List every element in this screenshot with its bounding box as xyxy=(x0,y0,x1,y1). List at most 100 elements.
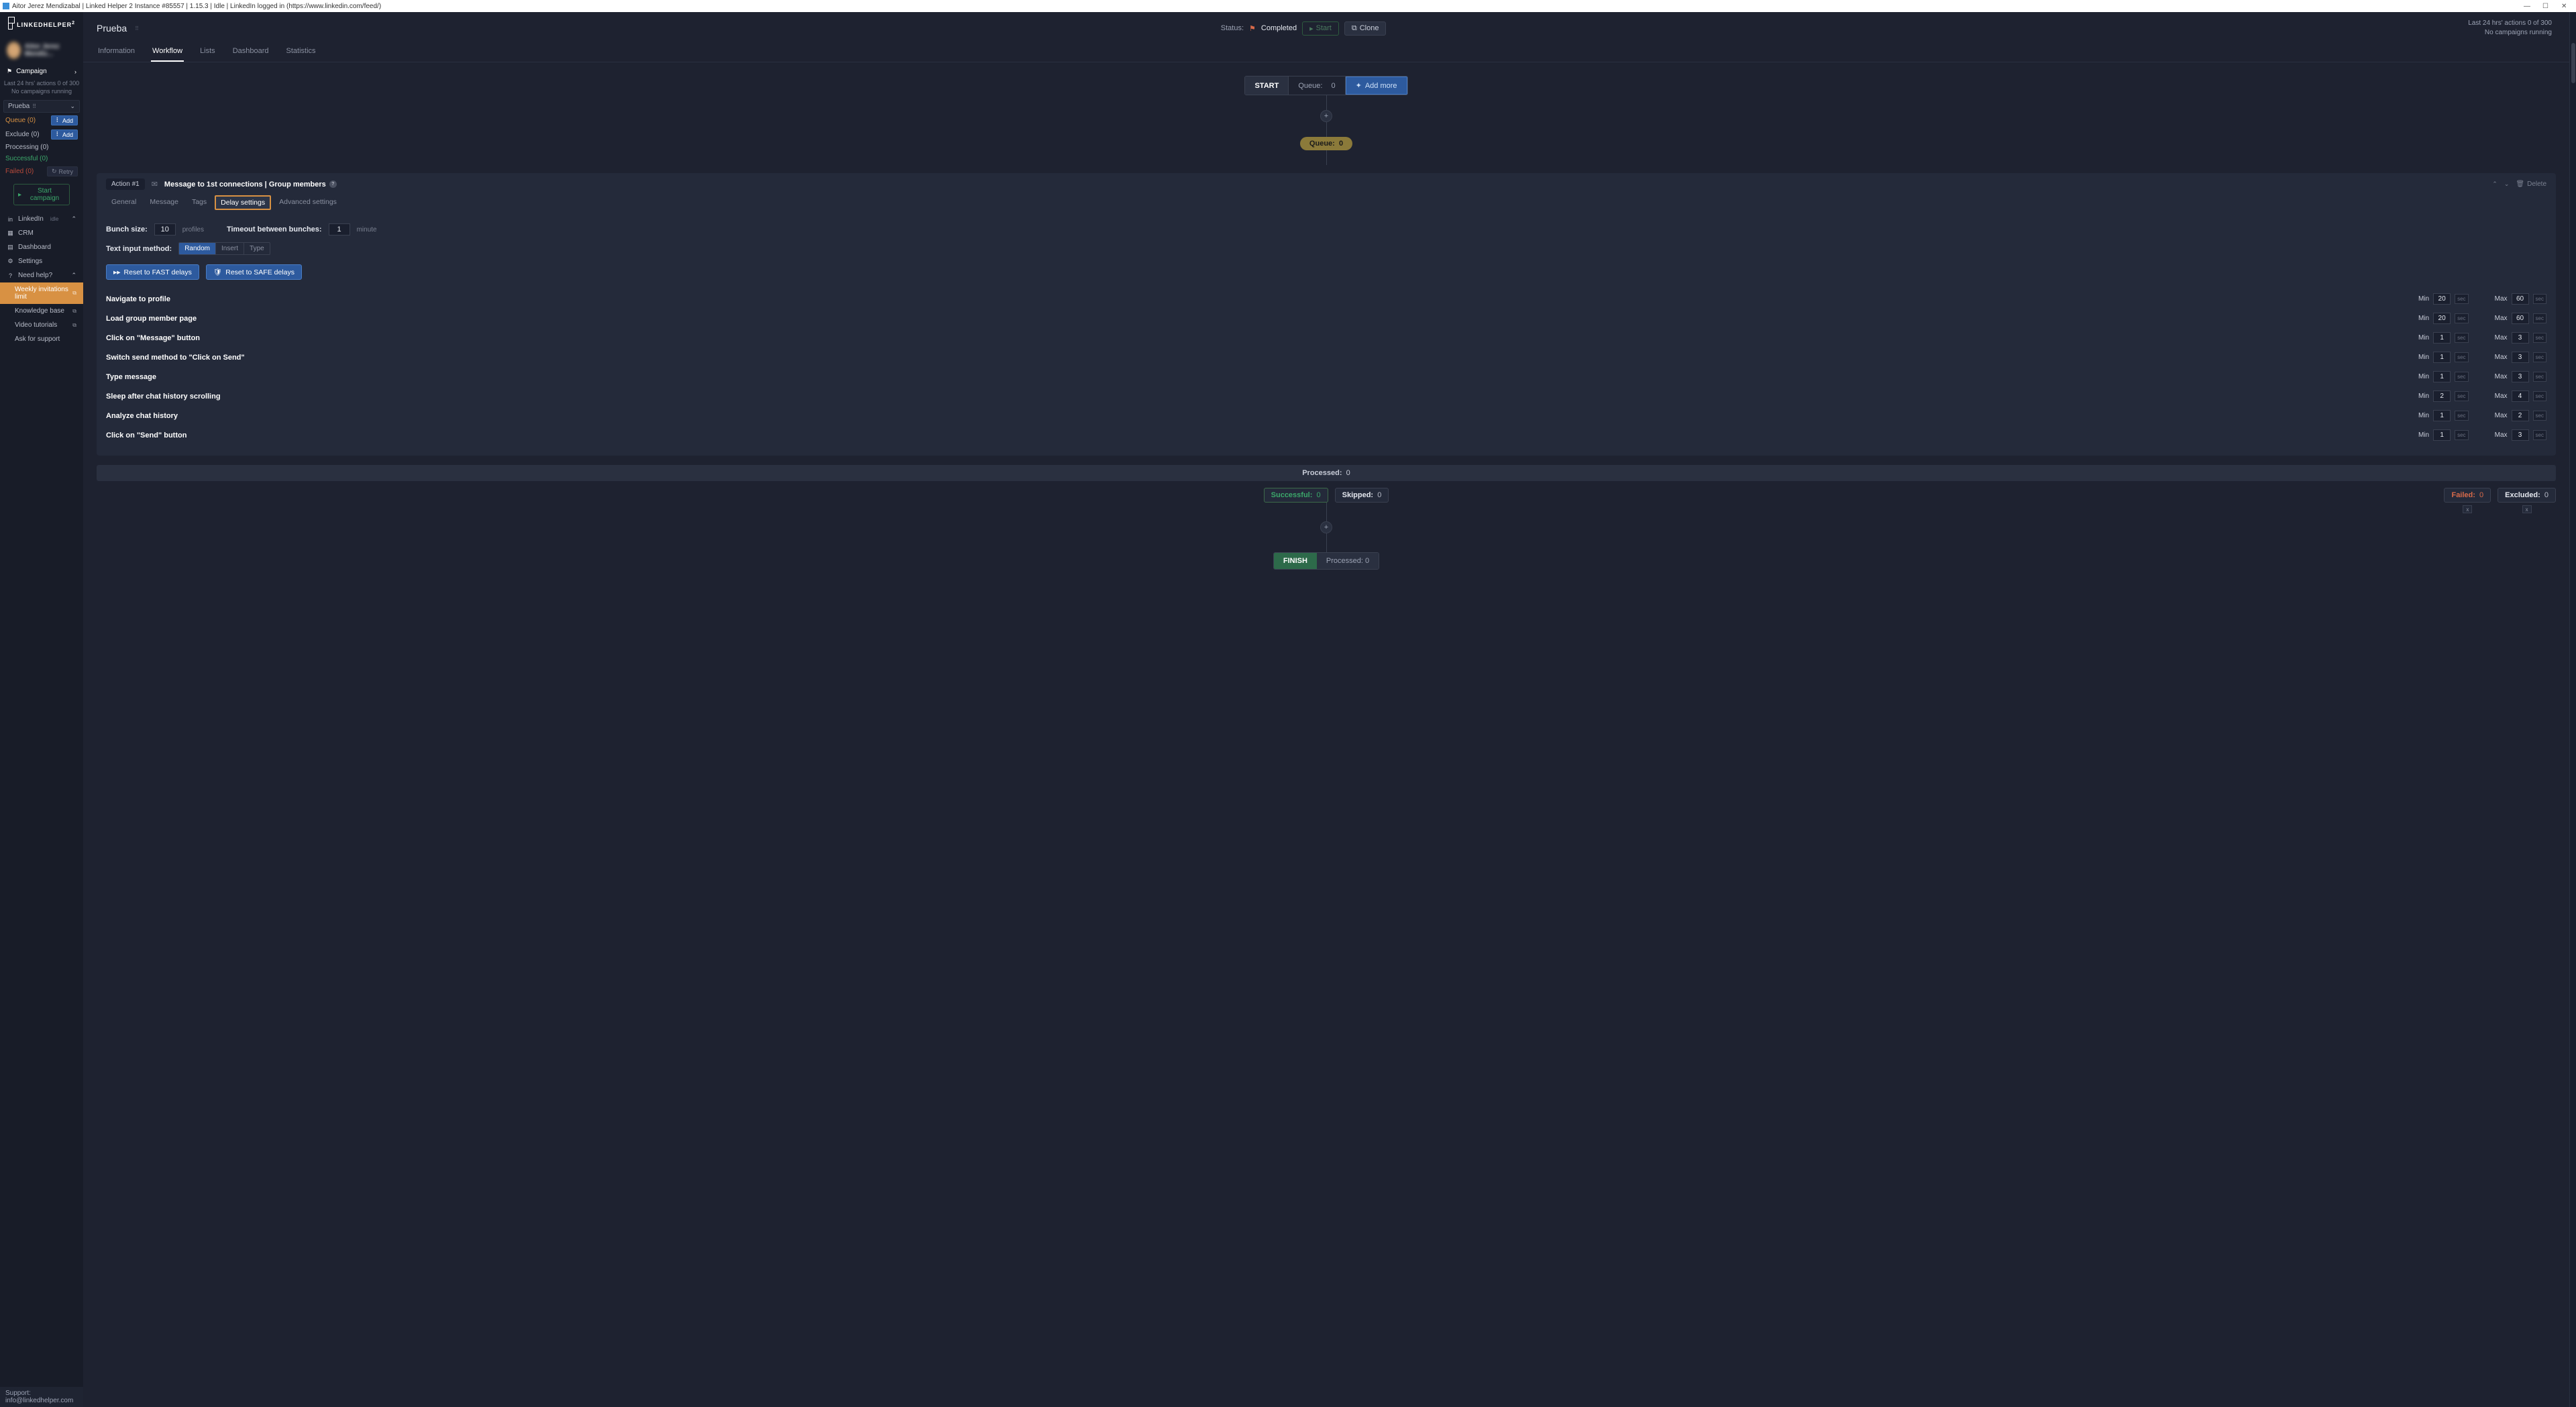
delete-action-button[interactable]: 🗑Delete xyxy=(2516,180,2546,188)
sidebar-need-help[interactable]: ? Need help? ⌃ xyxy=(0,268,83,282)
stat-failed[interactable]: Failed: 0 xyxy=(2444,488,2491,503)
queue-add-button[interactable]: ⠇Add xyxy=(51,115,78,125)
max-input[interactable] xyxy=(2512,410,2529,421)
method-type[interactable]: Type xyxy=(244,243,270,254)
start-queue-cell[interactable]: Queue: 0 xyxy=(1288,76,1345,95)
sidebar-weekly-limit[interactable]: Weekly invitations limit ⧉ xyxy=(0,282,83,304)
move-down-button[interactable]: ⌄ xyxy=(2504,180,2510,188)
max-input[interactable] xyxy=(2512,332,2529,344)
min-input[interactable] xyxy=(2433,332,2451,344)
help-icon[interactable]: ? xyxy=(329,180,337,188)
sidebar-crm[interactable]: ▦ CRM xyxy=(0,226,83,240)
clone-button[interactable]: ⧉Clone xyxy=(1344,21,1387,36)
start-button[interactable]: ▸Start xyxy=(1302,21,1339,36)
stats-row: Successful: 0 Skipped: 0 Failed: 0 x Exc… xyxy=(97,488,2556,503)
help-icon: ? xyxy=(7,272,14,279)
max-input[interactable] xyxy=(2512,352,2529,363)
subtab-message[interactable]: Message xyxy=(144,195,184,210)
method-random[interactable]: Random xyxy=(179,243,215,254)
max-input[interactable] xyxy=(2512,293,2529,305)
max-input[interactable] xyxy=(2512,390,2529,402)
failed-close-button[interactable]: x xyxy=(2463,505,2472,513)
reset-safe-button[interactable]: 🛡Reset to SAFE delays xyxy=(206,264,302,280)
delay-row-label: Type message xyxy=(106,373,156,381)
stat-successful[interactable]: Successful: 0 xyxy=(1264,488,1328,503)
workflow-canvas: START Queue: 0 ✦Add more + Queue: 0 Acti… xyxy=(83,62,2569,1407)
finish-processed[interactable]: Processed: 0 xyxy=(1317,553,1379,569)
stat-skipped[interactable]: Skipped: 0 xyxy=(1335,488,1389,503)
sidebar-failed[interactable]: Failed (0) ↻Retry xyxy=(0,164,83,178)
sidebar-queue[interactable]: Queue (0) ⠇Add xyxy=(0,113,83,127)
reset-fast-button[interactable]: ▸▸Reset to FAST delays xyxy=(106,264,199,280)
min-input[interactable] xyxy=(2433,429,2451,441)
scrollbar-thumb[interactable] xyxy=(2571,43,2575,83)
min-input[interactable] xyxy=(2433,371,2451,382)
close-button[interactable]: ✕ xyxy=(2561,3,2568,9)
sec-unit: sec xyxy=(2455,352,2468,362)
chevron-up-icon: ⌃ xyxy=(71,215,76,223)
max-label: Max xyxy=(2490,412,2508,419)
tab-workflow[interactable]: Workflow xyxy=(151,47,184,62)
min-input[interactable] xyxy=(2433,293,2451,305)
max-input[interactable] xyxy=(2512,313,2529,324)
move-up-button[interactable]: ⌃ xyxy=(2492,180,2498,188)
timeout-input[interactable] xyxy=(329,223,350,236)
sidebar-successful[interactable]: Successful (0) xyxy=(0,153,83,164)
tab-information[interactable]: Information xyxy=(97,47,136,62)
header-stats: Last 24 hrs' actions 0 of 300 No campaig… xyxy=(2468,19,2556,38)
add-action-button[interactable]: + xyxy=(1320,110,1332,122)
stat-excluded[interactable]: Excluded: 0 xyxy=(2498,488,2556,503)
queue-pill[interactable]: Queue: 0 xyxy=(1300,137,1352,150)
profile-box[interactable]: Aitor Jerez Mendiz... xyxy=(0,36,83,64)
method-insert[interactable]: Insert xyxy=(215,243,244,254)
min-input[interactable] xyxy=(2433,410,2451,421)
tab-statistics[interactable]: Statistics xyxy=(285,47,317,62)
min-input[interactable] xyxy=(2433,352,2451,363)
main-panel: Prueba ⠿ Status: ⚑ Completed ▸Start ⧉Clo… xyxy=(83,12,2569,1407)
sidebar-linkedin[interactable]: in LinkedIn idle ⌃ xyxy=(0,212,83,226)
sidebar-campaign[interactable]: ⚑ Campaign › xyxy=(0,64,83,79)
maximize-button[interactable]: ☐ xyxy=(2542,3,2549,9)
sidebar-video-tutorials[interactable]: Video tutorials ⧉ xyxy=(0,318,83,332)
campaign-selector[interactable]: Prueba ⠿ ⌄ xyxy=(3,100,80,113)
minimize-button[interactable]: — xyxy=(2524,3,2530,9)
timeout-unit: minute xyxy=(357,226,377,233)
subtab-tags[interactable]: Tags xyxy=(186,195,212,210)
add-action-button-2[interactable]: + xyxy=(1320,521,1332,533)
max-input[interactable] xyxy=(2512,429,2529,441)
failed-retry-button[interactable]: ↻Retry xyxy=(47,166,78,176)
chevron-right-icon: › xyxy=(74,68,76,75)
sidebar-dashboard[interactable]: ▤ Dashboard xyxy=(0,240,83,254)
start-campaign-button[interactable]: ▸ Start campaign xyxy=(13,184,70,205)
shield-icon: 🛡 xyxy=(213,268,222,276)
sidebar-exclude[interactable]: Exclude (0) ⠇Add xyxy=(0,127,83,142)
start-cell: START xyxy=(1245,76,1288,95)
sidebar-processing[interactable]: Processing (0) xyxy=(0,142,83,153)
chevron-up-icon: ⌃ xyxy=(71,272,76,279)
window-titlebar: Aitor Jerez Mendizabal | Linked Helper 2… xyxy=(0,0,2576,12)
exclude-add-button[interactable]: ⠇Add xyxy=(51,129,78,140)
bunch-size-input[interactable] xyxy=(154,223,176,236)
delay-row-label: Click on "Message" button xyxy=(106,334,200,342)
tab-lists[interactable]: Lists xyxy=(199,47,217,62)
excluded-close-button[interactable]: x xyxy=(2522,505,2532,513)
subtab-advanced[interactable]: Advanced settings xyxy=(274,195,342,210)
processed-bar[interactable]: Processed: 0 xyxy=(97,465,2556,481)
subtab-general[interactable]: General xyxy=(106,195,142,210)
max-input[interactable] xyxy=(2512,371,2529,382)
scrollbar[interactable] xyxy=(2569,12,2576,1407)
main-header: Prueba ⠿ Status: ⚑ Completed ▸Start ⧉Clo… xyxy=(83,12,2569,38)
status-value: Completed xyxy=(1261,24,1297,32)
min-input[interactable] xyxy=(2433,313,2451,324)
people-icon: ⠇ xyxy=(56,117,60,124)
tab-dashboard[interactable]: Dashboard xyxy=(231,47,270,62)
finish-cell: FINISH xyxy=(1274,553,1317,569)
sidebar-campaign-label: Campaign xyxy=(16,68,47,75)
sidebar-settings[interactable]: ⚙ Settings xyxy=(0,254,83,268)
add-more-button[interactable]: ✦Add more xyxy=(1346,76,1407,95)
sidebar-knowledge-base[interactable]: Knowledge base ⧉ xyxy=(0,304,83,318)
sidebar-ask-support[interactable]: Ask for support xyxy=(0,332,83,346)
max-label: Max xyxy=(2490,393,2508,400)
subtab-delay-settings[interactable]: Delay settings xyxy=(215,195,271,210)
min-input[interactable] xyxy=(2433,390,2451,402)
